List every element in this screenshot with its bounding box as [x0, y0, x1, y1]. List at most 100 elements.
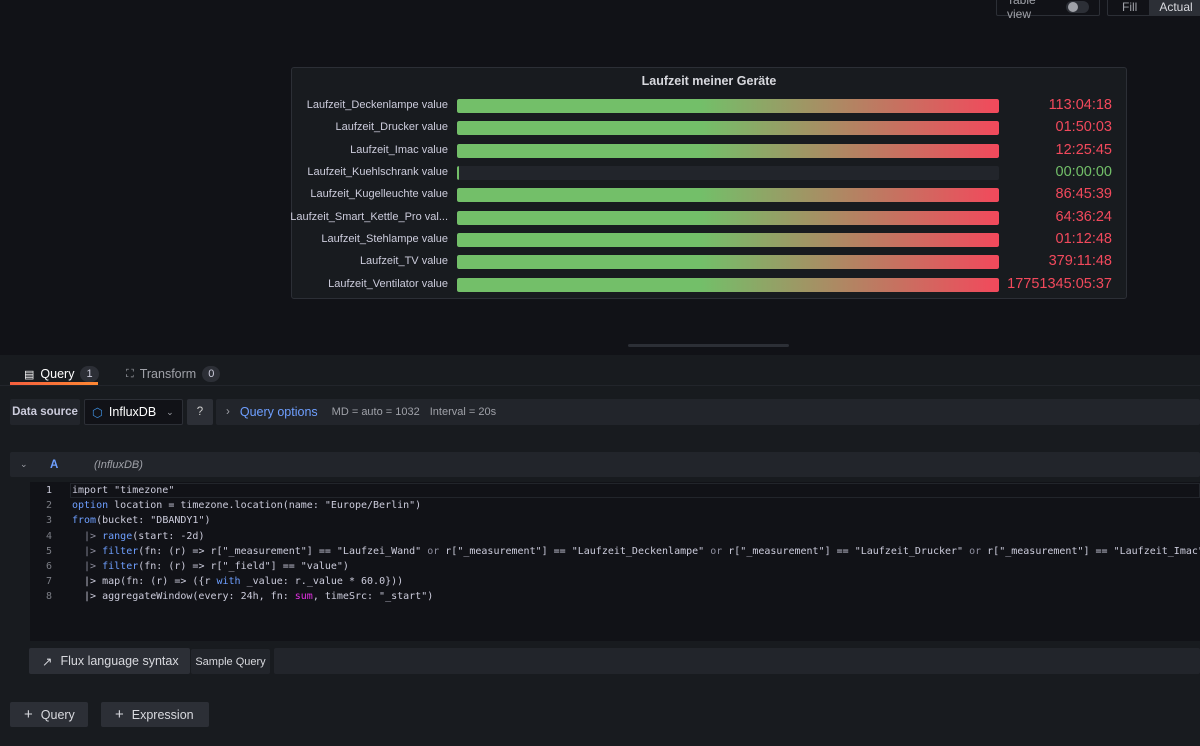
bar-track: [457, 188, 999, 203]
data-source-picker[interactable]: ⬡ InfluxDB ⌄: [84, 399, 183, 425]
code-token: filter: [102, 545, 139, 557]
bar-fill: [457, 277, 999, 292]
code-token: or: [710, 545, 723, 557]
bar-value: 01:50:03: [1055, 119, 1112, 136]
button-label: Expression: [131, 707, 194, 722]
bar-value: 86:45:39: [1055, 186, 1112, 203]
add-query-button[interactable]: + Query: [10, 702, 88, 727]
bar-gauge-row: Laufzeit_Kuehlschrank value 00:00:00: [292, 164, 1126, 181]
code-editor[interactable]: 1 2 3 4 5 6 7 8 import "timezone" option locatio…: [30, 482, 1200, 641]
tab-label: Transform: [139, 367, 197, 381]
code-line: from(bucket: "DBANDY1"): [72, 513, 1200, 528]
line-number: 4: [45, 530, 52, 542]
data-source-value: InfluxDB: [108, 405, 157, 419]
code-line: |> filter(fn: (r) => r["_measurement"] =…: [72, 544, 1200, 559]
line-number: 1: [45, 485, 52, 496]
tab-transform[interactable]: ⛶ Transform 0: [126, 362, 221, 386]
code-token: sum: [294, 591, 313, 603]
bar-value: 17751345:05:37: [1007, 275, 1112, 292]
line-number: 7: [45, 576, 52, 588]
database-icon: ▤: [24, 368, 35, 381]
query-row-header[interactable]: ⌄ A (InfluxDB): [10, 452, 1200, 477]
bar-gauge-row: Laufzeit_TV value 379:11:48: [292, 253, 1126, 270]
bar-gauge-row: Laufzeit_Ventilator value 17751345:05:37: [292, 275, 1126, 293]
bar-gauge-row: Laufzeit_Deckenlampe value 113:04:18: [292, 97, 1126, 114]
bar-track: [457, 255, 999, 270]
bar-track: [457, 143, 999, 158]
line-number: 6: [45, 561, 52, 573]
bar-value: 00:00:00: [1055, 164, 1112, 181]
code-line: |> range(start: -2d): [72, 529, 1200, 544]
bar-fill: [457, 143, 999, 158]
query-options-row[interactable]: › Query options MD = auto = 1032 Interva…: [216, 399, 1200, 425]
code-token: (fn: (r) => r["_field"] == "value"): [138, 561, 349, 573]
code-line: |> aggregateWindow(every: 24h, fn: sum, …: [72, 589, 1200, 604]
bar-track: [457, 121, 999, 136]
code-token: |>: [72, 545, 103, 557]
bar-label: Laufzeit_Stehlampe value: [321, 233, 448, 246]
code-content[interactable]: import "timezone" option location = timez…: [72, 483, 1200, 605]
code-token: filter: [102, 561, 139, 573]
bar-value: 12:25:45: [1055, 141, 1112, 158]
fill-button[interactable]: Fill: [1108, 0, 1149, 14]
code-token: or: [969, 545, 982, 557]
code-token: , timeSrc: "_start"): [312, 591, 434, 603]
query-ref-id[interactable]: A: [50, 459, 94, 471]
code-line: |> map(fn: (r) => ({r with _value: r._va…: [72, 574, 1200, 589]
table-view-toggle[interactable]: Table view: [996, 0, 1100, 21]
view-mode-group: Fill Actual: [1107, 0, 1200, 16]
code-token: or: [427, 545, 440, 557]
bar-gauge-row: Laufzeit_Drucker value 01:50:03: [292, 119, 1126, 136]
bar-label: Laufzeit_Smart_Kettle_Pro val...: [290, 210, 448, 223]
code-line: option location = timezone.location(name…: [72, 498, 1200, 513]
line-numbers: 1 2 3 4 5 6 7 8: [30, 483, 68, 641]
bar-gauge-row: Laufzeit_Imac value 12:25:45: [292, 141, 1126, 159]
code-line: import "timezone": [72, 483, 1200, 498]
bar-track: [457, 99, 999, 113]
code-token: r["_measurement"] == "Laufzeit_Imac" o: [981, 545, 1200, 557]
tab-count: 0: [202, 366, 221, 382]
code-token: _value: r._value * 60.0})): [240, 576, 404, 588]
bar-value: 01:12:48: [1055, 231, 1112, 248]
bar-label: Laufzeit_TV value: [359, 255, 448, 268]
pane-resize-handle[interactable]: [628, 344, 789, 347]
bar-fill: [457, 210, 999, 225]
toggle-switch[interactable]: [1065, 0, 1089, 13]
line-number: 5: [45, 545, 52, 557]
code-token: import "timezone": [72, 485, 175, 496]
code-token: |> aggregateWindow(every: 24h, fn:: [72, 591, 295, 603]
influxdb-icon: ⬡: [92, 405, 103, 420]
bar-label: Laufzeit_Imac value: [350, 143, 448, 156]
bar-fill: [457, 166, 459, 181]
line-number: 3: [45, 515, 52, 527]
bar-track: [457, 166, 999, 181]
code-token: range: [102, 530, 133, 542]
external-link-icon: ↗: [42, 654, 53, 669]
flux-language-syntax-button[interactable]: ↗ Flux language syntax: [29, 648, 190, 674]
button-label: Query: [40, 707, 75, 722]
bar-value: 64:36:24: [1055, 208, 1112, 225]
bar-label: Laufzeit_Deckenlampe value: [306, 99, 448, 111]
bar-track: [457, 210, 999, 225]
code-token: (start: -2d): [132, 530, 205, 542]
code-token: option: [72, 500, 109, 512]
actual-button[interactable]: Actual: [1149, 0, 1200, 15]
bar-gauge-row: Laufzeit_Stehlampe value 01:12:48: [292, 231, 1126, 248]
collapse-chevron-icon[interactable]: ⌄: [20, 459, 50, 470]
query-options-toggle[interactable]: Query options: [240, 405, 318, 419]
add-expression-button[interactable]: + Expression: [101, 702, 209, 727]
bar-gauge-panel: Laufzeit meiner Geräte Laufzeit_Deckenla…: [290, 67, 1127, 299]
bar-track: [457, 233, 999, 248]
bar-label: Laufzeit_Drucker value: [335, 121, 448, 134]
bar-fill: [457, 255, 999, 270]
interval: Interval = 20s: [429, 406, 497, 418]
question-circle-icon[interactable]: ?: [187, 399, 213, 425]
sample-query-button[interactable]: Sample Query: [191, 649, 270, 674]
bar-label: Laufzeit_Kuehlschrank value: [307, 166, 448, 179]
code-token: r["_measurement"] == "Laufzeit_Deckenlam…: [439, 545, 711, 557]
code-token: r["_measurement"] == "Laufzeit_Drucker": [722, 545, 970, 557]
bar-label: Laufzeit_Ventilator value: [328, 277, 448, 290]
bar-value: 379:11:48: [1048, 253, 1112, 270]
table-view-label: Table view: [1007, 0, 1036, 21]
divider: [0, 385, 1200, 386]
